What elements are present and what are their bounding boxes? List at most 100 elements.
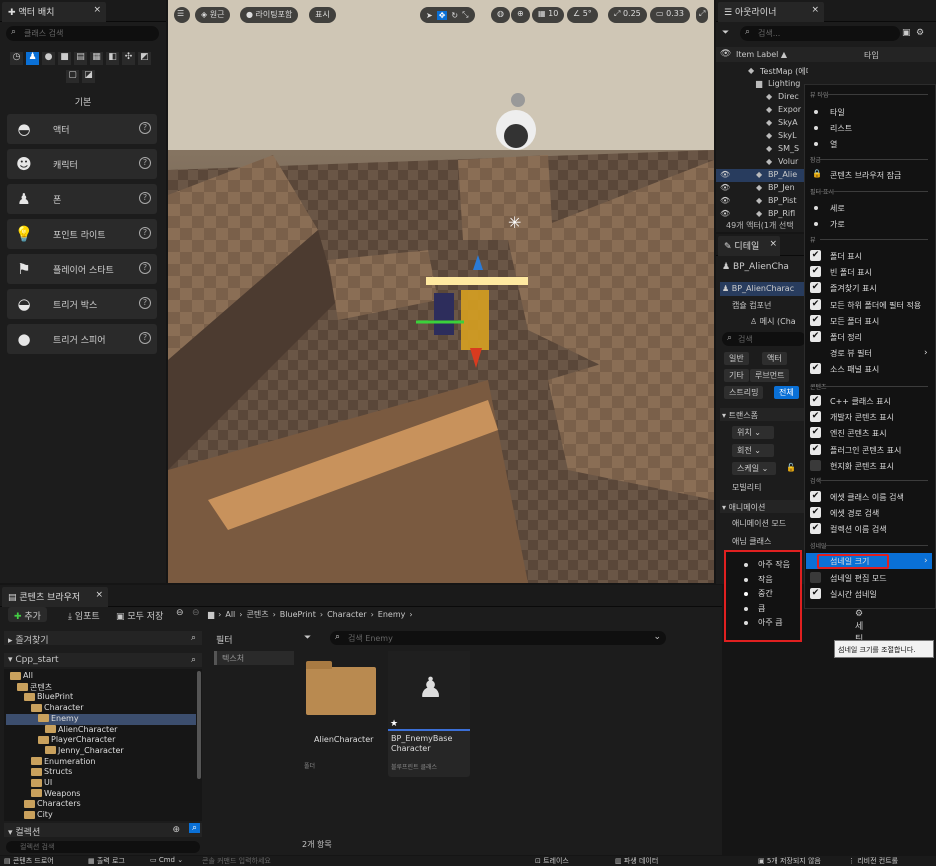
search-icon[interactable]: ⌕ <box>188 823 200 833</box>
outliner-row[interactable]: ◆ SkyL <box>716 130 808 143</box>
visibility-icon[interactable]: 👁 <box>720 170 730 179</box>
actor-item[interactable]: ◒ 트리거 박스? <box>7 289 157 319</box>
outliner-row[interactable]: 👁 ◆ BP_Rifl <box>716 208 808 221</box>
component-root[interactable]: ♟ BP_AlienCharac <box>720 282 806 296</box>
tree-folder[interactable]: Structs <box>6 767 196 778</box>
filter-general[interactable]: 일반 <box>724 352 749 365</box>
filter-actor[interactable]: 액터 <box>762 352 787 365</box>
menu-check-item[interactable]: ✔ 엔진 콘텐츠 표시 <box>806 425 932 441</box>
filter-misc[interactable]: 기타 <box>724 369 749 382</box>
tree-scrollbar[interactable] <box>197 671 201 779</box>
close-icon[interactable]: × <box>769 239 777 249</box>
menu-check-item[interactable]: ✔ 폴더 정리 <box>806 329 932 345</box>
move-icon[interactable]: ✥ <box>436 10 448 20</box>
asset-search-input[interactable]: ⌕ 검색 Enemy ⌄ <box>330 631 666 645</box>
menu-check-item[interactable]: 섬네일 편집 모드 <box>806 570 932 586</box>
close-icon[interactable]: × <box>95 590 103 600</box>
outliner-row[interactable]: ◆ Expor <box>716 104 808 117</box>
visibility-icon[interactable]: 👁 <box>720 209 730 218</box>
recent-icon[interactable]: ◷ <box>10 52 23 65</box>
asset-tile[interactable]: ♟ ★ BP_EnemyBase Character 블루프린트 클래스 <box>388 651 470 777</box>
tree-folder[interactable]: Character <box>6 703 196 714</box>
tree-folder[interactable]: Enemy <box>6 713 196 725</box>
outliner-row[interactable]: ◆ Direc <box>716 91 808 104</box>
tree-folder[interactable]: Jenny_Character <box>6 746 196 757</box>
class-search-input[interactable]: ⌕ 클래스 검색 <box>6 26 159 41</box>
visibility-icon[interactable]: 👁 <box>720 196 730 205</box>
menu-check-item[interactable]: ✔ 개발자 콘텐츠 표시 <box>806 409 932 425</box>
import-button[interactable]: ⤓ 임포트 <box>68 609 100 622</box>
tree-folder[interactable]: PlayerCharacter <box>6 735 196 746</box>
menu-check-item[interactable]: ✔ 에셋 경로 검색 <box>806 505 932 521</box>
volume-icon[interactable]: ▢ <box>66 70 79 83</box>
save-all-button[interactable]: ▣ 모두 저장 <box>116 609 163 622</box>
crumb-content[interactable]: 콘텐츠 <box>246 609 268 620</box>
thumb-size-option[interactable]: 아주 작음 <box>730 558 800 571</box>
menu-check-item[interactable]: ✔ 소스 패널 표시 <box>806 361 932 377</box>
close-icon[interactable]: × <box>811 5 819 15</box>
col-label[interactable]: Item Label ▲ <box>736 50 787 59</box>
level-viewport[interactable]: ✳ ☰ ◈ 원근 ● 라이팅포함 표시 ➤ ✥ ↻ ⤡ ◍ ⊕ ▦ 10 ∠ 5… <box>168 0 714 583</box>
viewport-menu-button[interactable]: ☰ <box>174 7 190 23</box>
tree-folder[interactable]: All <box>6 671 196 682</box>
angle-snap-button[interactable]: ∠ 5° <box>567 7 598 23</box>
lit-button[interactable]: ● 라이팅포함 <box>240 7 299 23</box>
location-dropdown[interactable]: 위치 ⌄ <box>732 426 774 439</box>
tree-folder[interactable]: City <box>6 810 196 821</box>
outliner-search-input[interactable]: ⌕ 검색... <box>740 26 900 41</box>
maximize-icon[interactable]: ⤢ <box>696 7 709 23</box>
menu-check-item[interactable]: ✔ 모든 폴더 표시 <box>806 313 932 329</box>
animation-section[interactable]: ▾ 애니메이션 <box>720 500 806 513</box>
rotate-icon[interactable]: ↻ <box>451 11 458 20</box>
favorites-header[interactable]: ▸ 즐겨찾기 ⌕ <box>4 631 202 646</box>
search-icon[interactable]: ⌕ <box>191 633 196 643</box>
crumb-character[interactable]: Character <box>327 610 367 619</box>
collections-search[interactable]: 컬렉션 검색 <box>6 841 200 853</box>
menu-check-item[interactable]: ✔ 즐겨찾기 표시 <box>806 280 932 296</box>
actor-item[interactable]: ● 트리거 스피어? <box>7 324 157 354</box>
output-log-button[interactable]: ▦ 출력 로그 <box>88 856 125 866</box>
perspective-button[interactable]: ◈ 원근 <box>195 7 231 23</box>
tab-place-actors[interactable]: ✚ 액터 배치 × <box>2 2 106 22</box>
tree-folder[interactable]: Enumeration <box>6 757 196 768</box>
cmd-dropdown[interactable]: ▭ Cmd ⌄ <box>150 856 183 864</box>
tab-content-browser[interactable]: ▤ 콘텐츠 브라우저 × <box>2 587 108 607</box>
filter-movement[interactable]: 루브먼트 <box>750 369 790 382</box>
crumb-all[interactable]: All <box>225 610 235 619</box>
scale-dropdown[interactable]: 스케일 ⌄ <box>732 462 776 475</box>
shapes-icon[interactable]: ■ <box>58 52 71 65</box>
derived-data-button[interactable]: ▥ 파생 데이터 <box>615 856 658 866</box>
trace-button[interactable]: ⊡ 트레이스 <box>535 856 569 866</box>
thumb-size-option[interactable]: 큼 <box>730 602 800 615</box>
actor-item[interactable]: ◓ 액터? <box>7 114 157 144</box>
actor-item[interactable]: ☻ 캐릭터? <box>7 149 157 179</box>
crumb-blueprint[interactable]: BluePrint <box>280 610 316 619</box>
console-input[interactable]: 콘솔 커맨드 입력하세요 <box>202 856 522 866</box>
menu-radio-item[interactable]: 세로 <box>806 200 932 216</box>
details-search-input[interactable]: ⌕ 검색 <box>722 332 806 346</box>
unsaved-button[interactable]: ▣ 5개 저장되지 않음 <box>758 856 821 866</box>
filter-texture[interactable]: 텍스처 <box>214 651 294 665</box>
outliner-row[interactable]: ▆ Lighting <box>716 78 808 91</box>
menu-check-item[interactable]: ✔ 에셋 클래스 이름 검색 <box>806 489 932 505</box>
collections-header[interactable]: ▾ 컬렉션 ⊕ ⌕ <box>4 823 202 838</box>
scale-icon[interactable]: ⤡ <box>462 10 468 20</box>
content-drawer-button[interactable]: ▤ 콘텐츠 드로어 <box>4 856 54 866</box>
rotation-dropdown[interactable]: 회전 ⌄ <box>732 444 774 457</box>
placed-icon[interactable]: ◪ <box>82 70 95 83</box>
menu-radio-item[interactable]: 가로 <box>806 216 932 232</box>
volumes-icon[interactable]: ◧ <box>106 52 119 65</box>
path-view-filter[interactable]: 경로 뷰 필터 <box>806 345 932 361</box>
actor-item[interactable]: ⚑ 플레이어 스타트? <box>7 254 157 284</box>
basic-icon[interactable]: ♟ <box>26 52 39 65</box>
show-button[interactable]: 표시 <box>309 7 336 23</box>
menu-check-item[interactable]: ✔ 플러그인 콘텐츠 표시 <box>806 442 932 458</box>
actor-item[interactable]: ♟ 폰? <box>7 184 157 214</box>
cinematic-icon[interactable]: ▤ <box>74 52 87 65</box>
outliner-row[interactable]: 👁 ◆ BP_Alie <box>716 169 808 182</box>
visual-icon[interactable]: ▦ <box>90 52 103 65</box>
outliner-row[interactable]: 👁 ◆ BP_Pist <box>716 195 808 208</box>
lights-icon[interactable]: ● <box>42 52 55 65</box>
col-type[interactable]: 타입 <box>864 50 879 61</box>
close-icon[interactable]: × <box>93 5 101 15</box>
